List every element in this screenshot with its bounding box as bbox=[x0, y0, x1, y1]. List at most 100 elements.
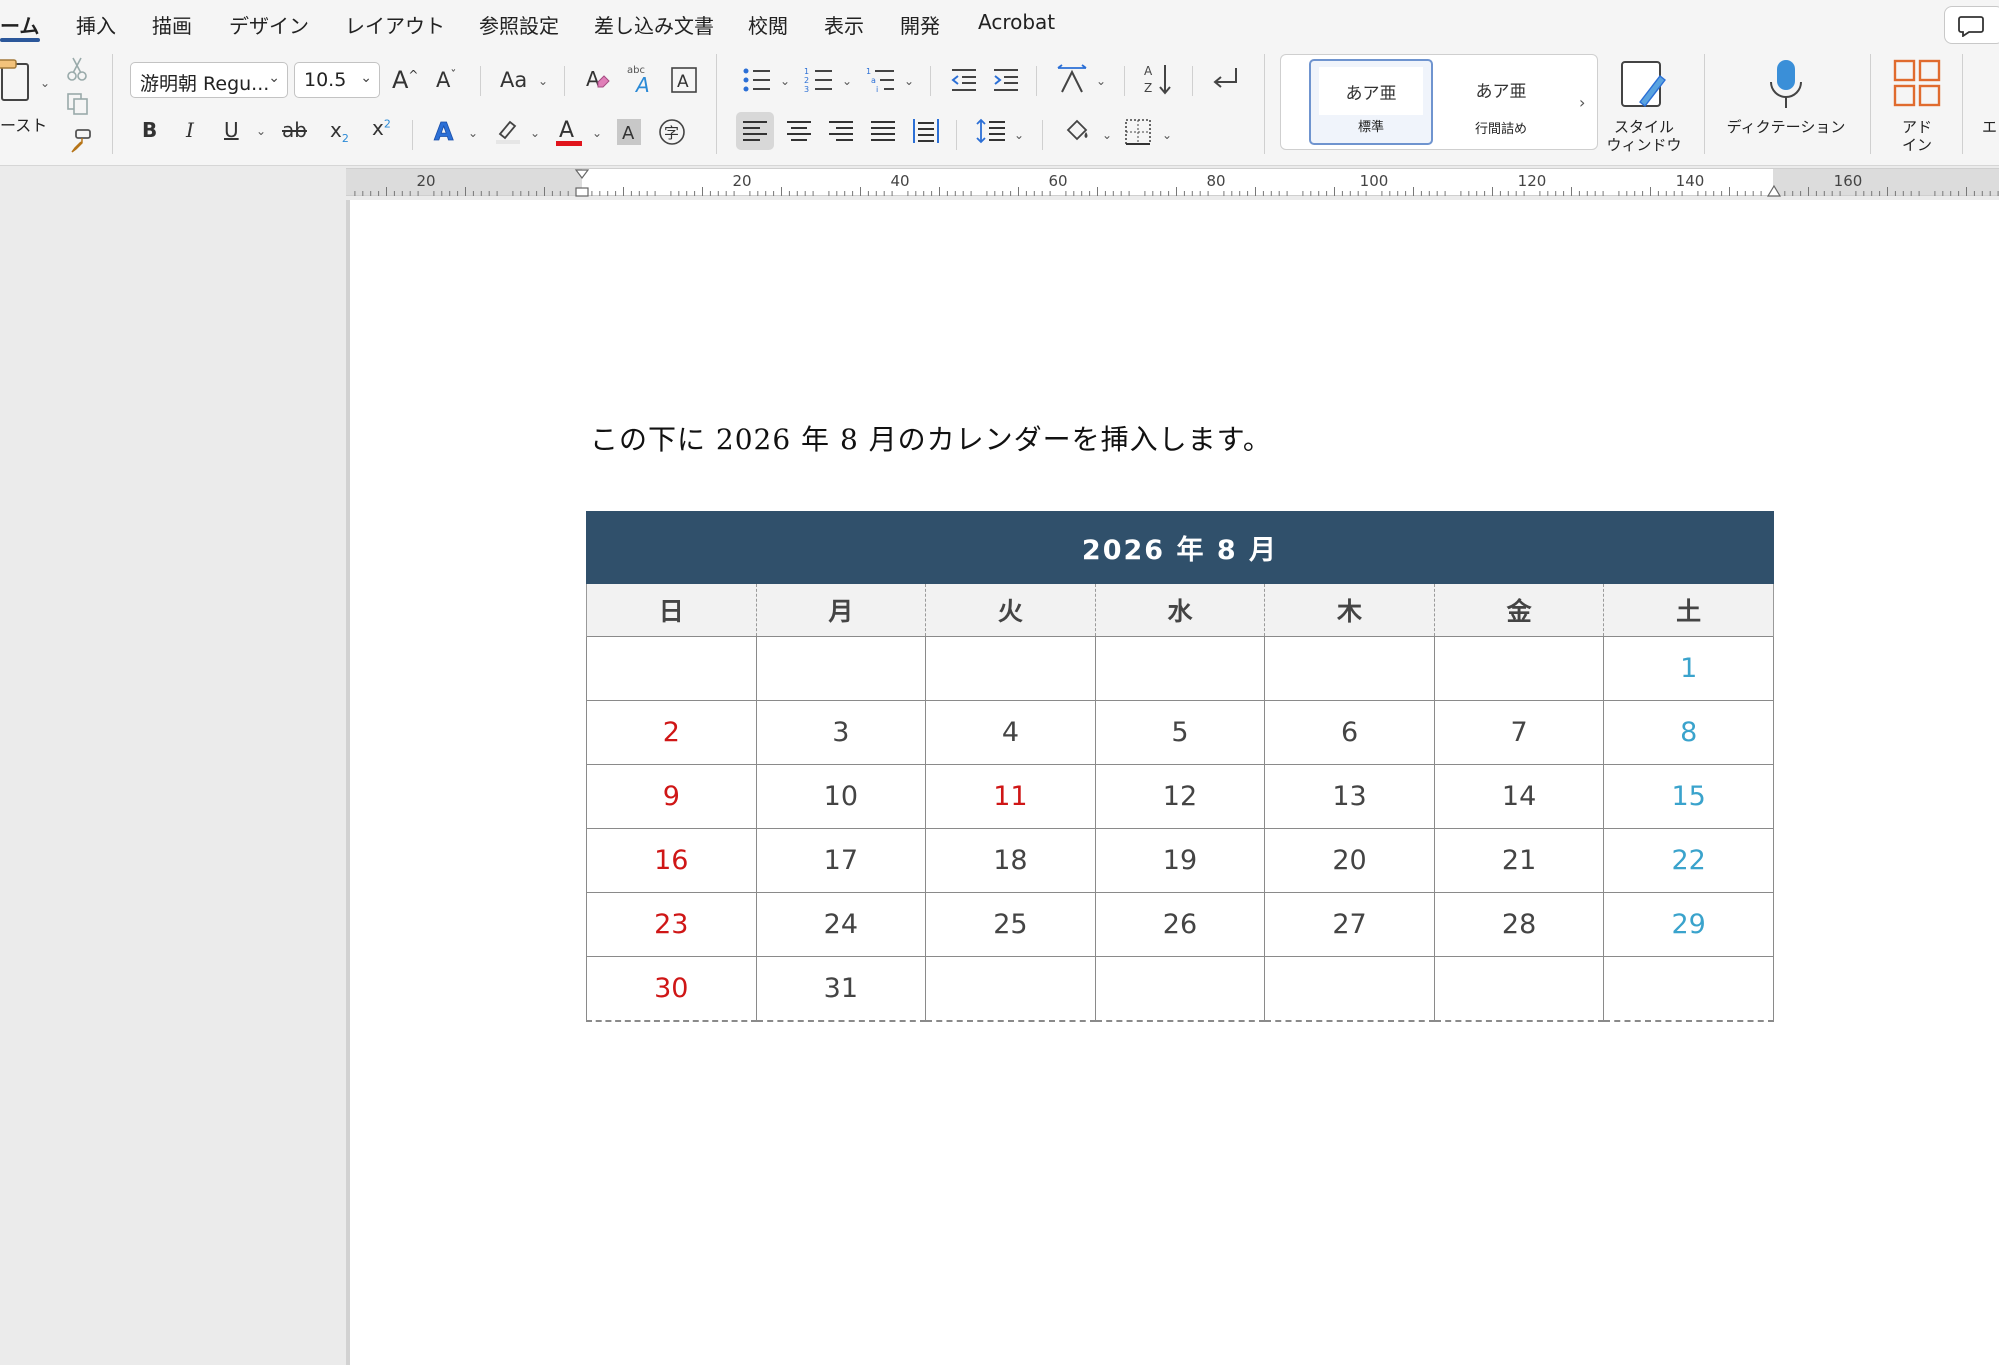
change-case-button[interactable]: Aa bbox=[500, 68, 527, 92]
font-size-select[interactable]: 10.5 ⌄ bbox=[294, 62, 380, 98]
calendar-day-cell[interactable]: 8 bbox=[1603, 700, 1774, 765]
sort-button[interactable]: AZ bbox=[1144, 62, 1174, 100]
calendar-day-cell[interactable]: 19 bbox=[1094, 828, 1266, 893]
highlight-button[interactable] bbox=[494, 116, 522, 150]
copy-button[interactable] bbox=[66, 92, 90, 120]
multilevel-list-button[interactable]: 1ai bbox=[866, 66, 896, 98]
calendar-day-cell[interactable]: 25 bbox=[925, 892, 1096, 957]
calendar-day-cell[interactable]: 14 bbox=[1433, 764, 1605, 829]
character-spacing-button[interactable] bbox=[1056, 64, 1088, 98]
calendar-day-cell[interactable]: 26 bbox=[1094, 892, 1266, 957]
paste-button[interactable]: ⌄ bbox=[0, 56, 50, 116]
calendar-table[interactable]: 2026 年 8 月 日 月 火 水 木 金 土 1 2 3 4 5 6 7 8 9 10 11 12… bbox=[586, 511, 1774, 1022]
calendar-day-cell[interactable]: 3 bbox=[755, 700, 927, 765]
line-spacing-button[interactable] bbox=[976, 118, 1006, 148]
underline-button[interactable]: U bbox=[224, 118, 239, 142]
calendar-day-cell[interactable]: 18 bbox=[925, 828, 1096, 893]
tab-view[interactable]: 表示 bbox=[824, 10, 864, 39]
tab-review[interactable]: 校閲 bbox=[748, 10, 788, 39]
phonetic-guide-button[interactable]: abc A bbox=[626, 62, 658, 100]
calendar-day-cell[interactable]: 31 bbox=[755, 956, 927, 1022]
tab-home[interactable]: ーム bbox=[0, 10, 39, 39]
calendar-day-cell[interactable]: 23 bbox=[586, 892, 757, 957]
calendar-day-cell[interactable]: 22 bbox=[1603, 828, 1774, 893]
calendar-day-cell[interactable]: 15 bbox=[1603, 764, 1774, 829]
shading-button[interactable] bbox=[1064, 118, 1092, 148]
character-border-button[interactable]: A bbox=[670, 66, 698, 98]
calendar-empty-cell[interactable] bbox=[1264, 636, 1435, 701]
dictation-button[interactable] bbox=[1768, 58, 1804, 114]
numbering-button[interactable]: 123 bbox=[804, 66, 834, 98]
calendar-day-cell[interactable]: 28 bbox=[1433, 892, 1605, 957]
calendar-empty-cell[interactable] bbox=[1094, 636, 1266, 701]
style-no-spacing[interactable]: あア亜 行間詰め bbox=[1439, 59, 1563, 145]
intro-paragraph[interactable]: この下に 2026 年 8 月のカレンダーを挿入します。 bbox=[590, 418, 1272, 458]
text-effects-button[interactable]: A bbox=[432, 116, 458, 150]
font-name-select[interactable]: 游明朝 Regu... ⌄ bbox=[130, 62, 288, 98]
calendar-empty-cell[interactable] bbox=[1433, 636, 1605, 701]
calendar-day-cell[interactable]: 1 bbox=[1603, 636, 1774, 701]
calendar-day-cell[interactable]: 11 bbox=[925, 764, 1096, 829]
align-center-button[interactable] bbox=[786, 120, 812, 146]
borders-button[interactable] bbox=[1124, 118, 1152, 150]
strikethrough-button[interactable]: ab bbox=[282, 118, 307, 142]
calendar-day-cell[interactable]: 5 bbox=[1094, 700, 1266, 765]
weekday-sunday[interactable]: 日 bbox=[586, 583, 757, 637]
calendar-day-cell[interactable]: 2 bbox=[586, 700, 757, 765]
enclose-characters-button[interactable]: 字 bbox=[658, 118, 686, 150]
calendar-day-cell[interactable]: 12 bbox=[1094, 764, 1266, 829]
calendar-title[interactable]: 2026 年 8 月 bbox=[586, 511, 1774, 584]
weekday-tuesday[interactable]: 火 bbox=[925, 583, 1096, 637]
calendar-empty-cell[interactable] bbox=[1094, 956, 1266, 1022]
bold-button[interactable]: B bbox=[142, 118, 157, 142]
tab-layout[interactable]: レイアウト bbox=[345, 10, 445, 39]
tab-insert[interactable]: 挿入 bbox=[76, 10, 116, 39]
superscript-button[interactable]: x2 bbox=[372, 116, 391, 140]
calendar-empty-cell[interactable] bbox=[925, 956, 1096, 1022]
calendar-day-cell[interactable]: 9 bbox=[586, 764, 757, 829]
align-left-button[interactable] bbox=[736, 112, 774, 150]
calendar-day-cell[interactable]: 4 bbox=[925, 700, 1096, 765]
italic-button[interactable]: I bbox=[186, 118, 194, 142]
weekday-monday[interactable]: 月 bbox=[755, 583, 927, 637]
calendar-empty-cell[interactable] bbox=[755, 636, 927, 701]
calendar-day-cell[interactable]: 21 bbox=[1433, 828, 1605, 893]
distributed-button[interactable] bbox=[912, 118, 940, 148]
justify-button[interactable] bbox=[870, 120, 896, 146]
shrink-font-icon[interactable]: Aˇ bbox=[436, 68, 456, 92]
bullets-button[interactable] bbox=[742, 66, 772, 98]
styles-pane-button[interactable] bbox=[1620, 60, 1668, 114]
clear-formatting-button[interactable]: A bbox=[584, 66, 612, 98]
calendar-day-cell[interactable]: 10 bbox=[755, 764, 927, 829]
calendar-day-cell[interactable]: 20 bbox=[1264, 828, 1435, 893]
tab-references[interactable]: 参照設定 bbox=[479, 10, 559, 39]
calendar-day-cell[interactable]: 27 bbox=[1264, 892, 1435, 957]
calendar-empty-cell[interactable] bbox=[925, 636, 1096, 701]
tab-mailings[interactable]: 差し込み文書 bbox=[594, 10, 714, 39]
chevron-right-icon[interactable]: › bbox=[1579, 93, 1585, 112]
calendar-day-cell[interactable]: 7 bbox=[1433, 700, 1605, 765]
tab-draw[interactable]: 描画 bbox=[152, 10, 192, 39]
calendar-empty-cell[interactable] bbox=[586, 636, 757, 701]
weekday-friday[interactable]: 金 bbox=[1433, 583, 1605, 637]
weekday-wednesday[interactable]: 水 bbox=[1094, 583, 1266, 637]
tab-design[interactable]: デザイン bbox=[229, 10, 309, 39]
calendar-day-cell[interactable]: 30 bbox=[586, 956, 757, 1022]
calendar-empty-cell[interactable] bbox=[1264, 956, 1435, 1022]
comments-button[interactable] bbox=[1944, 6, 1999, 44]
tab-developer[interactable]: 開発 bbox=[900, 10, 940, 39]
calendar-day-cell[interactable]: 29 bbox=[1603, 892, 1774, 957]
calendar-day-cell[interactable]: 24 bbox=[755, 892, 927, 957]
style-normal[interactable]: あア亜 標準 bbox=[1309, 59, 1433, 145]
subscript-button[interactable]: x2 bbox=[330, 118, 349, 145]
right-indent-marker[interactable] bbox=[1766, 183, 1782, 197]
ruler-strip[interactable]: 20 20 40 60 80 100 120 140 160 bbox=[346, 168, 1999, 197]
character-shading-button[interactable]: A bbox=[616, 118, 642, 150]
indent-marker[interactable] bbox=[574, 169, 590, 197]
calendar-day-cell[interactable]: 13 bbox=[1264, 764, 1435, 829]
calendar-day-cell[interactable]: 17 bbox=[755, 828, 927, 893]
font-color-button[interactable]: A bbox=[554, 116, 584, 152]
calendar-empty-cell[interactable] bbox=[1433, 956, 1605, 1022]
calendar-day-cell[interactable]: 16 bbox=[586, 828, 757, 893]
cut-button[interactable] bbox=[66, 56, 88, 86]
